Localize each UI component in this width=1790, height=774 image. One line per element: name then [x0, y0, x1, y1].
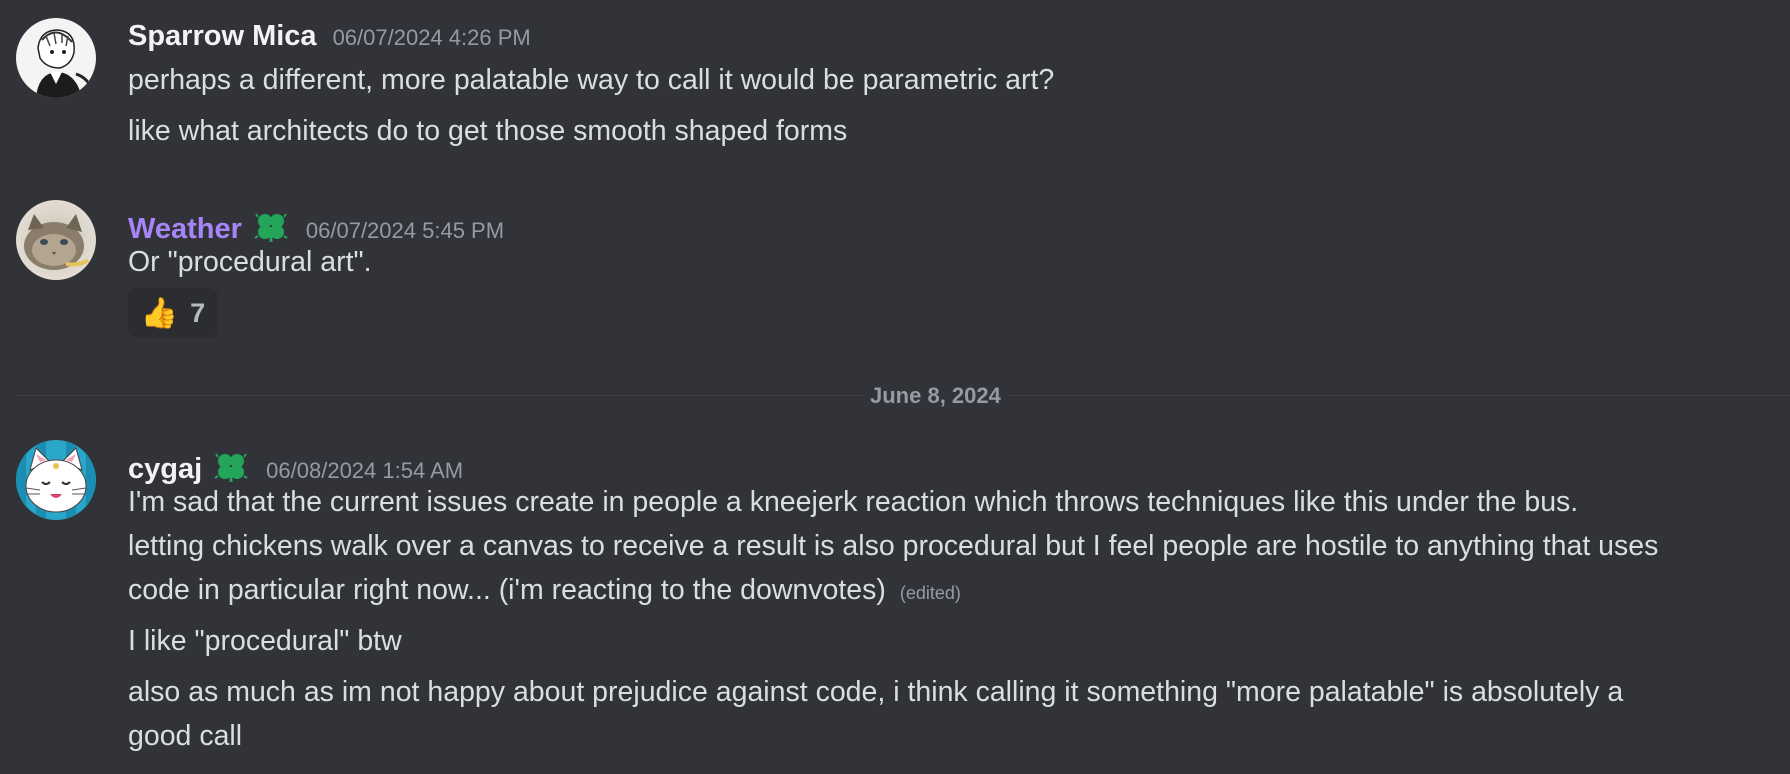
message-text: code in particular right now... (i'm rea…	[128, 574, 886, 606]
reaction-count: 7	[190, 297, 206, 328]
timestamp: 06/07/2024 4:26 PM	[332, 25, 531, 50]
message-text-edited: code in particular right now... (i'm rea…	[128, 568, 1770, 616]
edited-label: (edited)	[899, 583, 961, 603]
message-text: I like "procedural" btw	[128, 625, 402, 657]
thumbs-up-icon: 👍	[140, 296, 179, 330]
date-divider-label: June 8, 2024	[862, 383, 1009, 409]
username[interactable]: Sparrow Mica	[128, 20, 317, 53]
avatar[interactable]	[16, 440, 96, 520]
message-text: good call	[128, 720, 243, 752]
message-text: perhaps a different, more palatable way …	[128, 64, 1055, 96]
clover-badge-icon[interactable]	[252, 208, 290, 244]
message-text: I'm sad that the current issues create i…	[128, 486, 1579, 518]
clover-badge-icon[interactable]	[212, 448, 250, 484]
message-text: letting chickens walk over a canvas to r…	[128, 530, 1659, 562]
avatar[interactable]	[16, 200, 96, 280]
message-text: like what architects do to get those smo…	[128, 115, 848, 147]
reaction-thumbs-up[interactable]: 👍 7	[128, 288, 218, 338]
chat-messages: Sparrow Mica 06/07/2024 4:26 PM perhaps …	[0, 0, 1790, 774]
message-text: Or "procedural art".	[128, 246, 372, 278]
avatar[interactable]	[16, 18, 96, 98]
message-header: Sparrow Mica 06/07/2024 4:26 PM	[128, 20, 531, 53]
message-text: also as much as im not happy about preju…	[128, 676, 1624, 708]
